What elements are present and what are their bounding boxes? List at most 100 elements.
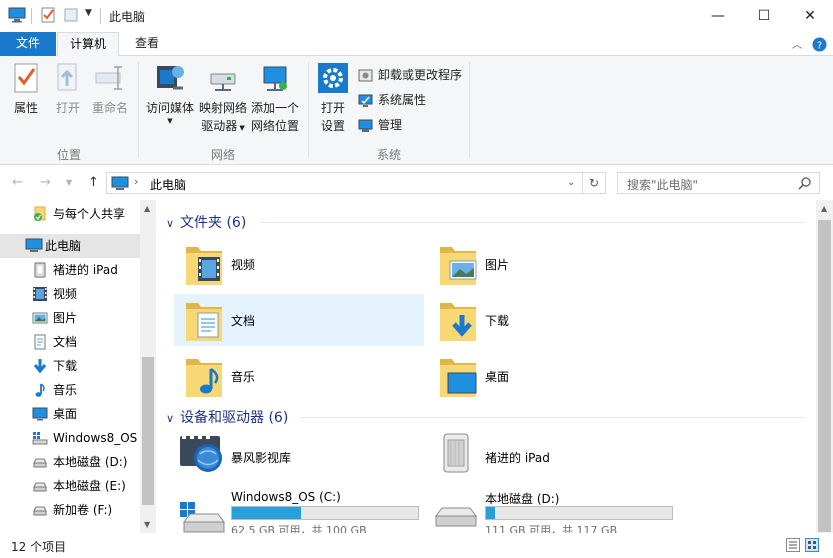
settings-gear-icon: [318, 63, 348, 93]
drive-icon: [33, 506, 47, 516]
scroll-up-icon[interactable]: ▲: [821, 204, 827, 213]
drive-icon: [33, 482, 47, 492]
manage-label: 管理: [378, 118, 403, 132]
refresh-button[interactable]: ↻: [583, 172, 606, 194]
this-pc-icon[interactable]: [8, 7, 26, 23]
music-folder-icon: [186, 359, 222, 397]
nav-label: 图片: [53, 311, 78, 325]
video-icon: [33, 287, 47, 301]
map-network-drive-button[interactable]: 映射网络 驱动器 ▼: [196, 62, 250, 137]
details-view-icon[interactable]: [786, 538, 800, 552]
nav-item-documents[interactable]: 文档: [0, 330, 140, 354]
nav-item-drive-f[interactable]: 新加卷 (F:): [0, 498, 140, 522]
nav-item-desktop[interactable]: 桌面: [0, 402, 140, 426]
nav-label: Windows8_OS: [53, 431, 138, 445]
open-settings-button[interactable]: 打开 设置: [313, 62, 353, 135]
up-arrow-icon[interactable]: ↑: [88, 175, 99, 190]
tab-file[interactable]: 文件: [0, 32, 56, 56]
folder-tile-music[interactable]: 音乐: [174, 350, 424, 402]
search-input[interactable]: 搜索"此电脑": [617, 172, 820, 194]
nav-item-download[interactable]: 下载: [0, 354, 140, 378]
new-folder-quick-icon[interactable]: [63, 7, 79, 23]
folders-header-label: 文件夹 (6): [180, 215, 247, 231]
folder-tile-pictures[interactable]: 图片: [428, 238, 678, 290]
forward-arrow-icon[interactable]: →: [40, 175, 51, 190]
nav-item-video[interactable]: 视频: [0, 282, 140, 306]
network-group-label: 网络: [210, 148, 235, 162]
title-separator: [100, 8, 101, 24]
pictures-icon: [32, 312, 48, 324]
customize-quick-access-icon[interactable]: ▼: [85, 8, 92, 18]
nav-label: 下载: [53, 359, 78, 373]
system-properties-icon: [358, 94, 373, 107]
window-title: 此电脑: [109, 10, 146, 24]
map-drive-label-2: 驱动器: [201, 119, 238, 133]
nav-item-os-drive[interactable]: Windows8_OS: [0, 426, 140, 450]
expand-ribbon-icon[interactable]: ︿: [792, 36, 802, 51]
uninstall-program-button[interactable]: 卸载或更改程序: [358, 64, 468, 86]
add-network-location-button[interactable]: 添加一个 网络位置: [248, 62, 302, 135]
nav-item-share[interactable]: 与每个人共享: [0, 202, 140, 226]
nav-label: 与每个人共享: [53, 207, 126, 221]
nav-item-drive-d[interactable]: 本地磁盘 (D:): [0, 450, 140, 474]
network-drive-icon: [210, 73, 236, 91]
close-button[interactable]: ✕: [787, 0, 833, 32]
device-tile-media-library[interactable]: 暴风影视库: [174, 432, 424, 482]
video-folder-icon: [186, 247, 222, 285]
nav-item-ipad[interactable]: 褚进的 iPad: [0, 258, 140, 282]
device-tile-ipad[interactable]: 褚进的 iPad: [428, 432, 678, 482]
nav-item-drive-e[interactable]: 本地磁盘 (E:): [0, 474, 140, 498]
nav-item-music[interactable]: 音乐: [0, 378, 140, 402]
drive-free-space: 62.5 GB 可用，共 100 GB: [231, 524, 367, 533]
group-separator: [308, 62, 309, 158]
tiles-view-icon[interactable]: [805, 538, 819, 552]
open-button[interactable]: 打开: [48, 62, 88, 117]
folder-tile-documents[interactable]: 文档: [174, 294, 424, 346]
address-dropdown-icon[interactable]: ⌄: [567, 177, 575, 188]
drive-tile-d[interactable]: 本地磁盘 (D:) 111 GB 可用，共 117 GB: [428, 490, 678, 533]
drive-usage-bar: [485, 506, 673, 520]
maximize-button[interactable]: ☐: [741, 0, 787, 32]
folder-tile-download[interactable]: 下载: [428, 294, 678, 346]
system-properties-button[interactable]: 系统属性: [358, 89, 468, 111]
system-group-label: 系统: [376, 148, 401, 162]
help-icon[interactable]: ?: [812, 37, 827, 52]
collapse-chevron-icon: ∨: [166, 217, 175, 230]
tab-computer[interactable]: 计算机: [57, 32, 119, 57]
manage-button[interactable]: 管理: [358, 114, 468, 136]
folder-tile-desktop[interactable]: 桌面: [428, 350, 678, 402]
breadcrumb-chevron-icon[interactable]: ›: [134, 175, 138, 188]
pictures-folder-icon: [440, 247, 477, 285]
nav-label: 视频: [53, 287, 78, 301]
nav-scrollbar-thumb[interactable]: [142, 357, 154, 505]
drive-usage-fill: [232, 507, 301, 519]
drive-usage-fill: [486, 507, 496, 519]
drive-icon: [435, 507, 477, 527]
devices-group-header[interactable]: ∨ 设备和驱动器 (6): [166, 407, 288, 427]
search-icon[interactable]: [798, 177, 811, 190]
drive-tile-c[interactable]: Windows8_OS (C:) 62.5 GB 可用，共 100 GB: [174, 490, 424, 533]
minimize-button[interactable]: —: [695, 0, 741, 32]
open-icon: [57, 63, 77, 91]
folder-tile-video[interactable]: 视频: [174, 238, 424, 290]
refresh-icon: ↻: [588, 176, 600, 190]
recent-locations-icon[interactable]: ▼: [66, 178, 72, 187]
folders-group-header[interactable]: ∨ 文件夹 (6): [166, 212, 246, 232]
properties-button[interactable]: 属性: [4, 62, 48, 117]
dropdown-arrow-icon: ▼: [237, 124, 245, 132]
content-scrollbar-thumb[interactable]: [818, 220, 831, 532]
nav-item-this-pc[interactable]: 此电脑: [0, 234, 140, 258]
folder-label: 图片: [485, 258, 510, 272]
back-arrow-icon[interactable]: ←: [12, 175, 23, 190]
address-field[interactable]: › 此电脑 ⌄: [106, 172, 583, 194]
rename-button[interactable]: 重命名: [88, 62, 132, 117]
manage-icon: [358, 119, 373, 132]
breadcrumb-this-pc[interactable]: 此电脑: [150, 176, 186, 193]
scroll-down-icon[interactable]: ▼: [144, 520, 150, 529]
tab-view[interactable]: 查看: [124, 32, 170, 56]
access-media-button[interactable]: 访问媒体 ▼: [143, 62, 197, 125]
svg-text:?: ?: [817, 41, 822, 52]
properties-quick-icon[interactable]: [40, 7, 56, 23]
scroll-up-icon[interactable]: ▲: [144, 204, 150, 213]
nav-item-pictures[interactable]: 图片: [0, 306, 140, 330]
